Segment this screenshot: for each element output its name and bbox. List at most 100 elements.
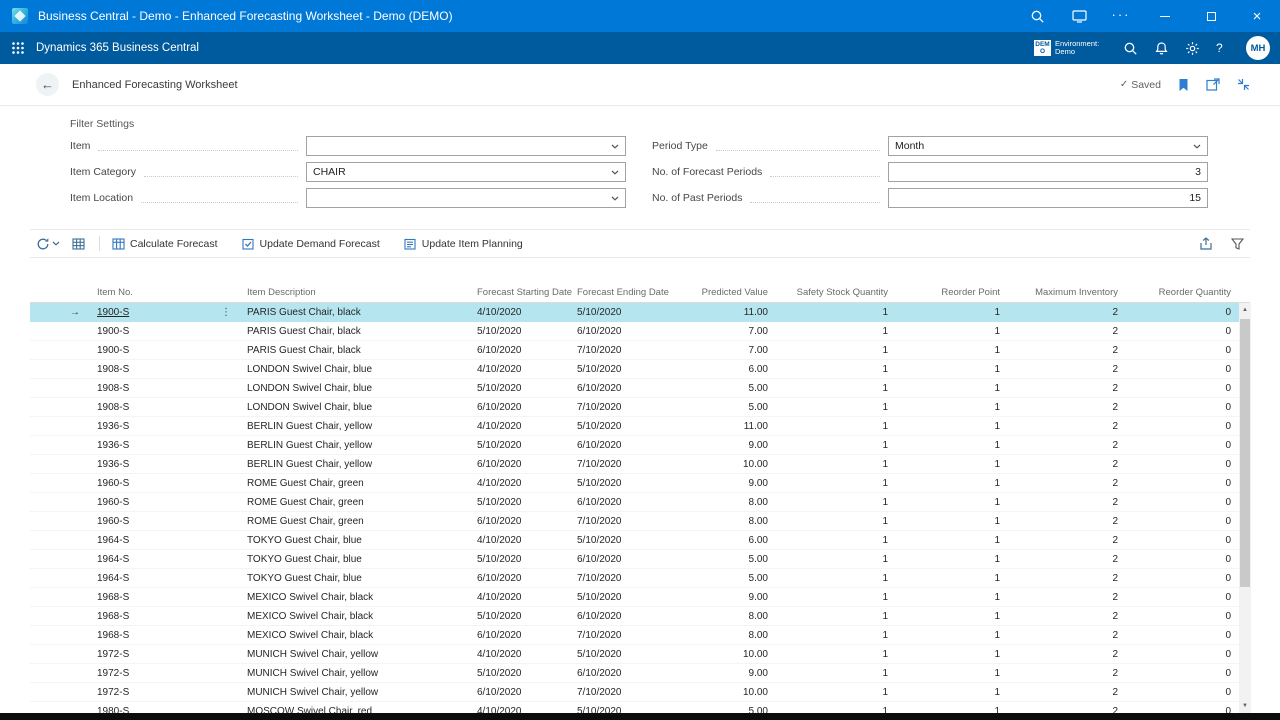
cell-forecast_ending_date[interactable]: 5/10/2020 bbox=[570, 535, 685, 546]
table-row[interactable]: 1900-SPARIS Guest Chair, black5/10/20206… bbox=[30, 322, 1250, 341]
scroll-down-button[interactable]: ▼ bbox=[1239, 699, 1251, 713]
cell-reorder_point[interactable]: 1 bbox=[895, 421, 1007, 432]
cell-item_no[interactable]: 1960-S bbox=[90, 497, 240, 508]
cell-safety_stock_quantity[interactable]: 1 bbox=[775, 630, 895, 641]
cell-item_no[interactable]: 1968-S bbox=[90, 592, 240, 603]
cell-item_description[interactable]: PARIS Guest Chair, black bbox=[240, 345, 470, 356]
user-avatar[interactable]: MH bbox=[1246, 36, 1270, 60]
cell-safety_stock_quantity[interactable]: 1 bbox=[775, 345, 895, 356]
cell-predicted_value[interactable]: 5.00 bbox=[685, 383, 775, 394]
cell-item_description[interactable]: ROME Guest Chair, green bbox=[240, 478, 470, 489]
cell-item_description[interactable]: BERLIN Guest Chair, yellow bbox=[240, 459, 470, 470]
table-row[interactable]: 1936-SBERLIN Guest Chair, yellow5/10/202… bbox=[30, 436, 1250, 455]
cell-maximum_inventory[interactable]: 2 bbox=[1007, 459, 1125, 470]
cell-item_description[interactable]: LONDON Swivel Chair, blue bbox=[240, 402, 470, 413]
share-icon[interactable] bbox=[1199, 237, 1213, 250]
collapse-icon[interactable] bbox=[1237, 78, 1250, 91]
cell-forecast_starting_date[interactable]: 5/10/2020 bbox=[470, 383, 570, 394]
cell-item_no[interactable]: 1900-S bbox=[90, 345, 240, 356]
cell-item_description[interactable]: MUNICH Swivel Chair, yellow bbox=[240, 668, 470, 679]
cell-reorder_quantity[interactable]: 0 bbox=[1125, 573, 1238, 584]
cell-reorder_point[interactable]: 1 bbox=[895, 554, 1007, 565]
item-no-value[interactable]: 1936-S bbox=[97, 440, 129, 451]
cell-forecast_starting_date[interactable]: 5/10/2020 bbox=[470, 611, 570, 622]
cell-item_no[interactable]: 1964-S bbox=[90, 554, 240, 565]
cell-item_no[interactable]: 1936-S bbox=[90, 421, 240, 432]
cell-maximum_inventory[interactable]: 2 bbox=[1007, 630, 1125, 641]
cell-forecast_ending_date[interactable]: 5/10/2020 bbox=[570, 364, 685, 375]
cell-item_description[interactable]: MUNICH Swivel Chair, yellow bbox=[240, 687, 470, 698]
cell-forecast_starting_date[interactable]: 4/10/2020 bbox=[470, 364, 570, 375]
cell-item_no[interactable]: 1908-S bbox=[90, 383, 240, 394]
cell-reorder_point[interactable]: 1 bbox=[895, 630, 1007, 641]
cell-item_no[interactable]: 1964-S bbox=[90, 535, 240, 546]
cell-forecast_ending_date[interactable]: 5/10/2020 bbox=[570, 421, 685, 432]
cell-forecast_ending_date[interactable]: 7/10/2020 bbox=[570, 516, 685, 527]
item-no-value[interactable]: 1968-S bbox=[97, 630, 129, 641]
vertical-scrollbar[interactable]: ▲ ▼ bbox=[1239, 303, 1251, 713]
cell-predicted_value[interactable]: 10.00 bbox=[685, 459, 775, 470]
cell-forecast_ending_date[interactable]: 6/10/2020 bbox=[570, 383, 685, 394]
cell-forecast_ending_date[interactable]: 5/10/2020 bbox=[570, 592, 685, 603]
cell-maximum_inventory[interactable]: 2 bbox=[1007, 649, 1125, 660]
cell-reorder_quantity[interactable]: 0 bbox=[1125, 478, 1238, 489]
column-header-reorder_quantity[interactable]: Reorder Quantity bbox=[1125, 287, 1238, 298]
cell-safety_stock_quantity[interactable]: 1 bbox=[775, 516, 895, 527]
item-combobox[interactable] bbox=[306, 136, 626, 156]
cell-reorder_point[interactable]: 1 bbox=[895, 649, 1007, 660]
cell-reorder_point[interactable]: 1 bbox=[895, 326, 1007, 337]
column-header-item_description[interactable]: Item Description bbox=[240, 287, 470, 298]
app-launcher-icon[interactable] bbox=[0, 32, 36, 64]
table-row[interactable]: 1964-STOKYO Guest Chair, blue6/10/20207/… bbox=[30, 569, 1250, 588]
cell-reorder_point[interactable]: 1 bbox=[895, 478, 1007, 489]
cell-predicted_value[interactable]: 9.00 bbox=[685, 668, 775, 679]
cell-safety_stock_quantity[interactable]: 1 bbox=[775, 307, 895, 318]
titlebar-more-icon[interactable]: ··· bbox=[1100, 0, 1142, 32]
scrollbar-thumb[interactable] bbox=[1240, 319, 1250, 587]
cell-forecast_ending_date[interactable]: 6/10/2020 bbox=[570, 440, 685, 451]
cell-item_no[interactable]: 1972-S bbox=[90, 687, 240, 698]
cell-forecast_starting_date[interactable]: 5/10/2020 bbox=[470, 440, 570, 451]
cell-forecast_starting_date[interactable]: 6/10/2020 bbox=[470, 459, 570, 470]
cell-reorder_point[interactable]: 1 bbox=[895, 573, 1007, 584]
cell-reorder_point[interactable]: 1 bbox=[895, 668, 1007, 679]
cell-forecast_ending_date[interactable]: 5/10/2020 bbox=[570, 478, 685, 489]
cell-item_description[interactable]: TOKYO Guest Chair, blue bbox=[240, 554, 470, 565]
cell-maximum_inventory[interactable]: 2 bbox=[1007, 516, 1125, 527]
table-row[interactable]: 1960-SROME Guest Chair, green6/10/20207/… bbox=[30, 512, 1250, 531]
cell-item_no[interactable]: 1968-S bbox=[90, 611, 240, 622]
table-row[interactable]: 1972-SMUNICH Swivel Chair, yellow6/10/20… bbox=[30, 683, 1250, 702]
cell-maximum_inventory[interactable]: 2 bbox=[1007, 478, 1125, 489]
table-row[interactable]: 1908-SLONDON Swivel Chair, blue6/10/2020… bbox=[30, 398, 1250, 417]
cell-item_no[interactable]: 1908-S bbox=[90, 364, 240, 375]
item-no-value[interactable]: 1960-S bbox=[97, 497, 129, 508]
update-demand-forecast-button[interactable]: Update Demand Forecast bbox=[242, 238, 380, 250]
column-header-forecast_starting_date[interactable]: Forecast Starting Date bbox=[470, 287, 570, 298]
cell-maximum_inventory[interactable]: 2 bbox=[1007, 440, 1125, 451]
titlebar-search-icon[interactable] bbox=[1016, 0, 1058, 32]
cell-predicted_value[interactable]: 6.00 bbox=[685, 364, 775, 375]
install-app-icon[interactable] bbox=[1058, 0, 1100, 32]
cell-reorder_quantity[interactable]: 0 bbox=[1125, 592, 1238, 603]
cell-maximum_inventory[interactable]: 2 bbox=[1007, 668, 1125, 679]
cell-safety_stock_quantity[interactable]: 1 bbox=[775, 668, 895, 679]
cell-maximum_inventory[interactable]: 2 bbox=[1007, 326, 1125, 337]
cell-forecast_ending_date[interactable]: 7/10/2020 bbox=[570, 402, 685, 413]
cell-forecast_starting_date[interactable]: 6/10/2020 bbox=[470, 630, 570, 641]
cell-predicted_value[interactable]: 5.00 bbox=[685, 573, 775, 584]
cell-reorder_quantity[interactable]: 0 bbox=[1125, 649, 1238, 660]
scroll-up-button[interactable]: ▲ bbox=[1239, 303, 1251, 317]
cell-predicted_value[interactable]: 8.00 bbox=[685, 611, 775, 622]
cell-item_description[interactable]: MEXICO Swivel Chair, black bbox=[240, 592, 470, 603]
notifications-bell-icon[interactable] bbox=[1154, 41, 1169, 56]
cell-reorder_point[interactable]: 1 bbox=[895, 516, 1007, 527]
calculate-forecast-button[interactable]: Calculate Forecast bbox=[112, 238, 218, 250]
cell-predicted_value[interactable]: 11.00 bbox=[685, 307, 775, 318]
cell-item_no[interactable]: 1960-S bbox=[90, 516, 240, 527]
cell-forecast_starting_date[interactable]: 4/10/2020 bbox=[470, 478, 570, 489]
cell-item_no[interactable]: 1972-S bbox=[90, 649, 240, 660]
cell-reorder_point[interactable]: 1 bbox=[895, 440, 1007, 451]
cell-item_description[interactable]: TOKYO Guest Chair, blue bbox=[240, 535, 470, 546]
cell-predicted_value[interactable]: 5.00 bbox=[685, 554, 775, 565]
item-no-value[interactable]: 1960-S bbox=[97, 478, 129, 489]
